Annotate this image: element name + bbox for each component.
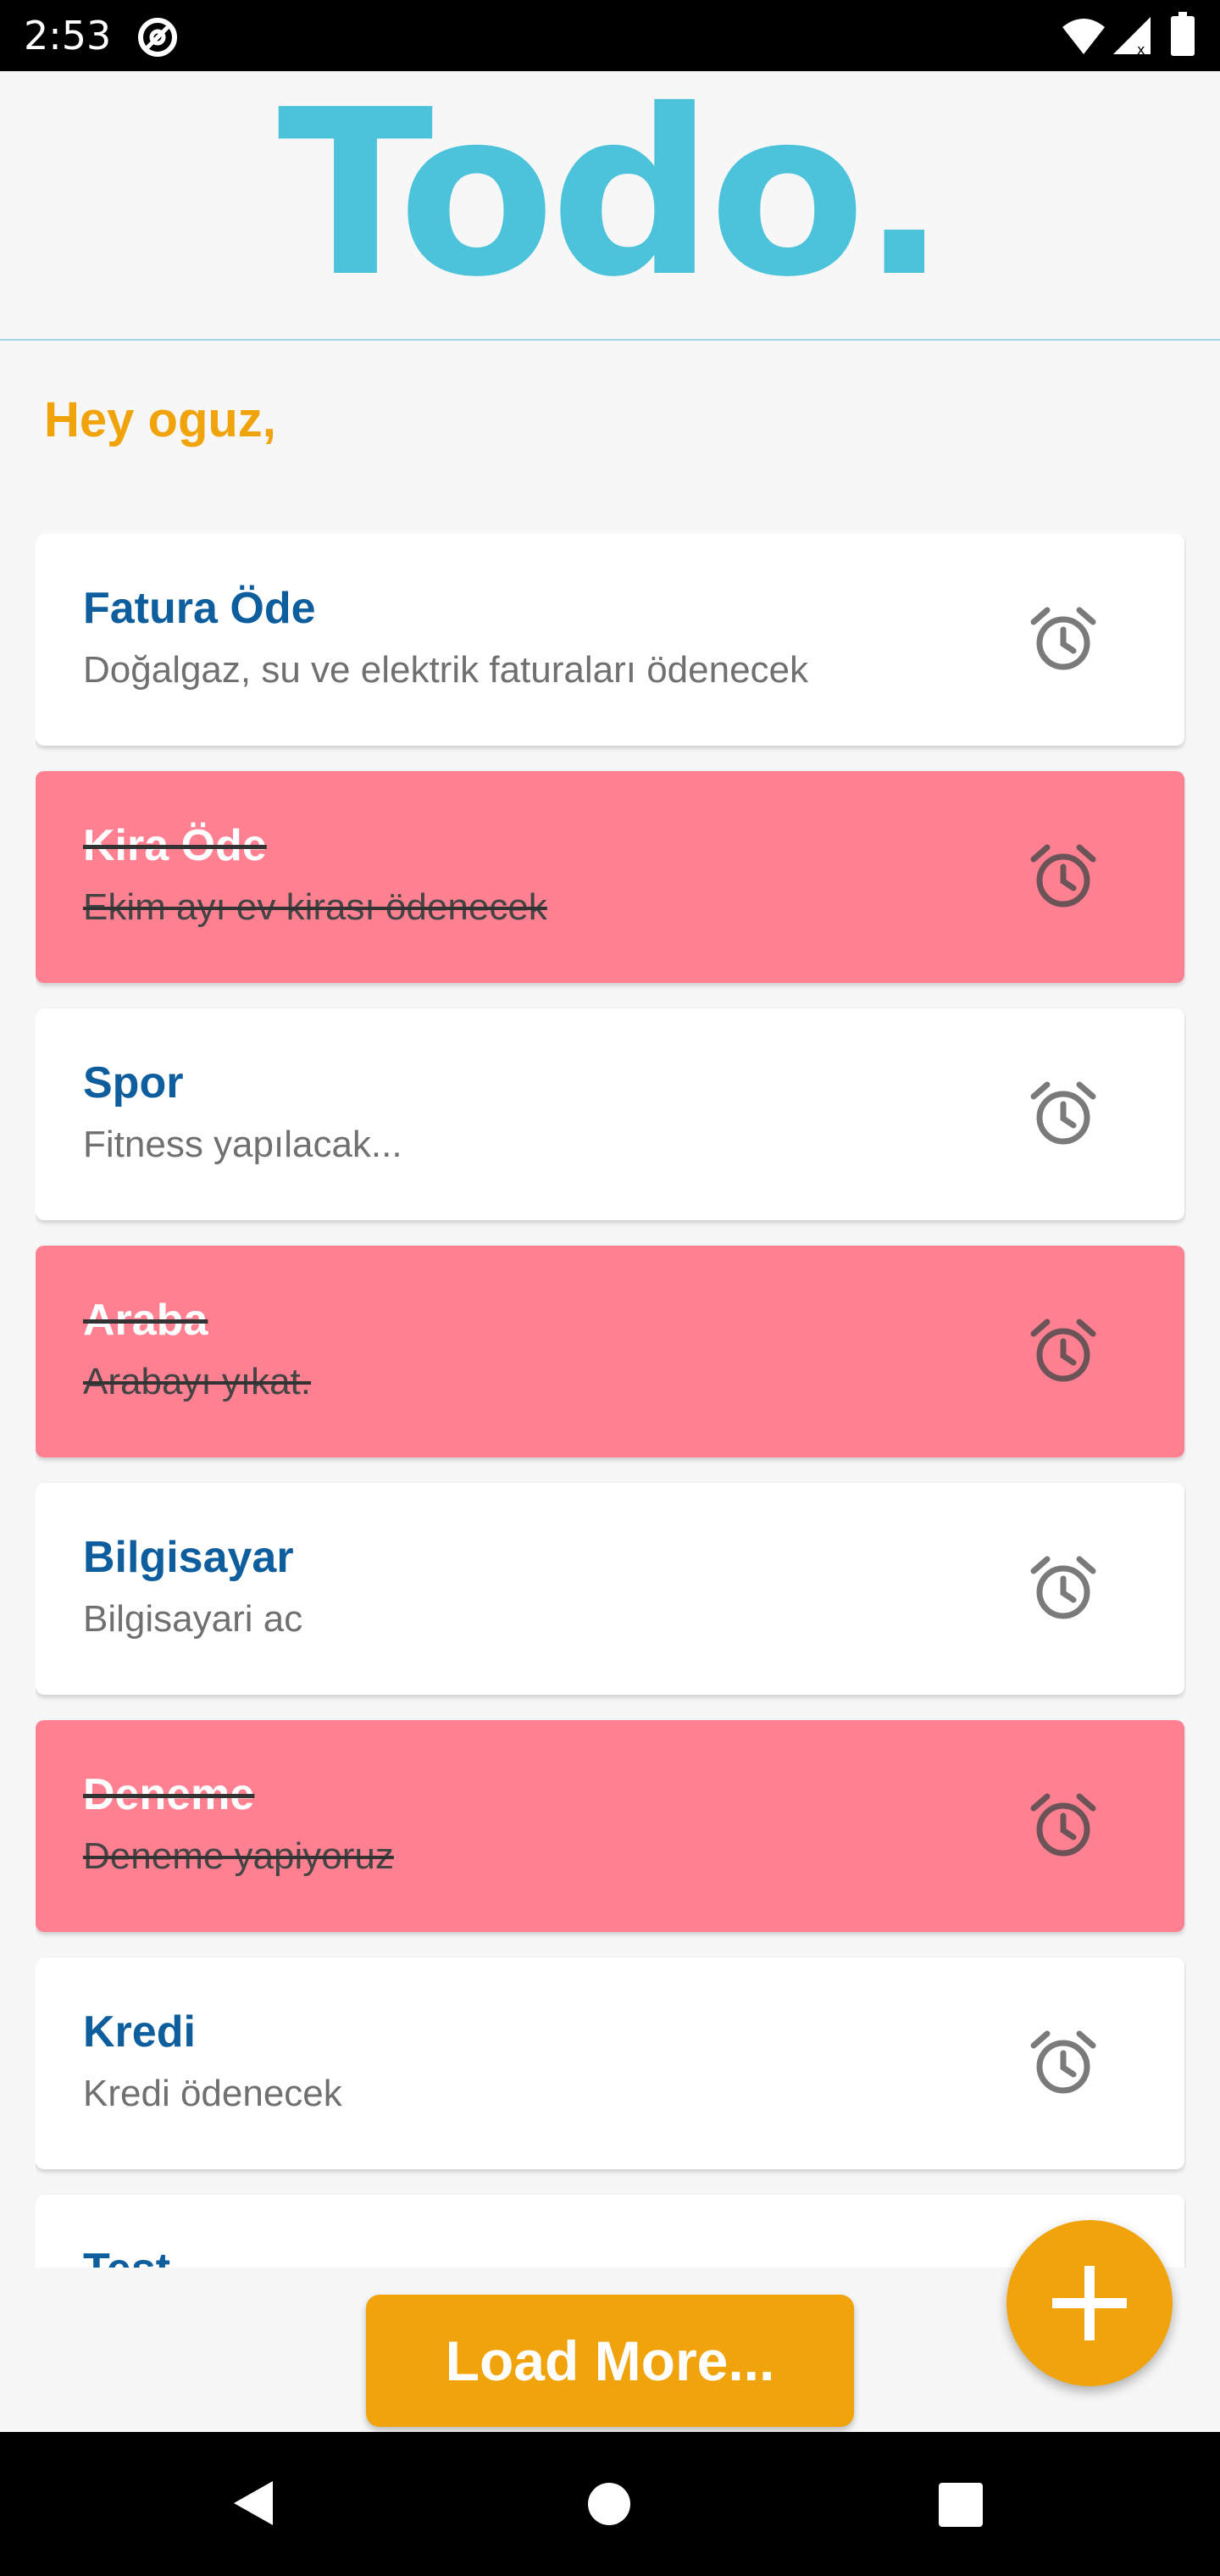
todo-description: Doğalgaz, su ve elektrik faturaları öden… bbox=[83, 649, 809, 691]
alarm-icon[interactable] bbox=[1029, 605, 1098, 675]
todo-card[interactable]: Araba Arabayı yıkat. bbox=[36, 1246, 1184, 1457]
alarm-icon[interactable] bbox=[1029, 1080, 1098, 1149]
load-more-button[interactable]: Load More... bbox=[366, 2295, 854, 2427]
todo-title: Fatura Öde bbox=[83, 584, 316, 633]
todo-description: Ekim ayı ev kirası ödenecek bbox=[83, 886, 547, 928]
app-header: Todo. bbox=[0, 71, 1220, 341]
status-time: 2:53 bbox=[24, 13, 112, 58]
app-logo: Todo. bbox=[277, 60, 947, 327]
todo-description: Bilgisayari ac bbox=[83, 1598, 303, 1640]
todo-card[interactable]: Kredi Kredi ödenecek bbox=[36, 1957, 1184, 2169]
todo-description: Fitness yapılacak... bbox=[83, 1124, 402, 1165]
navigation-bar bbox=[0, 2432, 1220, 2576]
alarm-icon[interactable] bbox=[1029, 1554, 1098, 1624]
alarm-icon[interactable] bbox=[1029, 2029, 1098, 2098]
svg-text:x: x bbox=[1137, 42, 1145, 56]
todo-card[interactable]: Bilgisayar Bilgisayari ac bbox=[36, 1483, 1184, 1695]
at-icon bbox=[138, 18, 177, 57]
plus-icon bbox=[1052, 2266, 1127, 2340]
greeting-text: Hey oguz, bbox=[44, 392, 276, 447]
alarm-icon[interactable] bbox=[1029, 1317, 1098, 1386]
todo-description: Kredi ödenecek bbox=[83, 2073, 342, 2114]
back-icon[interactable] bbox=[229, 2478, 280, 2529]
todo-description: Arabayı yıkat. bbox=[83, 1361, 312, 1402]
alarm-icon[interactable] bbox=[1029, 842, 1098, 912]
todo-card[interactable]: Fatura Öde Doğalgaz, su ve elektrik fatu… bbox=[36, 534, 1184, 746]
todo-title: Spor bbox=[83, 1058, 184, 1108]
todo-description: Deneme yapiyoruz bbox=[83, 1835, 394, 1877]
todo-title: Deneme bbox=[83, 1770, 255, 1819]
todo-card[interactable]: Test bbox=[36, 2195, 1184, 2268]
todo-title: Bilgisayar bbox=[83, 1533, 294, 1582]
recents-icon[interactable] bbox=[937, 2481, 984, 2529]
home-icon[interactable] bbox=[586, 2481, 632, 2527]
todo-title: Araba bbox=[83, 1296, 208, 1345]
add-todo-button[interactable] bbox=[1006, 2220, 1173, 2386]
todo-card[interactable]: Kira Öde Ekim ayı ev kirası ödenecek bbox=[36, 771, 1184, 983]
battery-icon bbox=[1171, 12, 1195, 56]
todo-title: Kira Öde bbox=[83, 821, 267, 870]
wifi-icon bbox=[1062, 19, 1105, 54]
todo-card[interactable]: Deneme Deneme yapiyoruz bbox=[36, 1720, 1184, 1932]
todo-title: Test bbox=[83, 2244, 170, 2268]
alarm-icon[interactable] bbox=[1029, 1791, 1098, 1861]
todo-card[interactable]: Spor Fitness yapılacak... bbox=[36, 1008, 1184, 1220]
todo-title: Kredi bbox=[83, 2007, 196, 2057]
todo-list[interactable]: Fatura Öde Doğalgaz, su ve elektrik fatu… bbox=[36, 534, 1186, 2268]
signal-icon: x bbox=[1113, 17, 1151, 56]
